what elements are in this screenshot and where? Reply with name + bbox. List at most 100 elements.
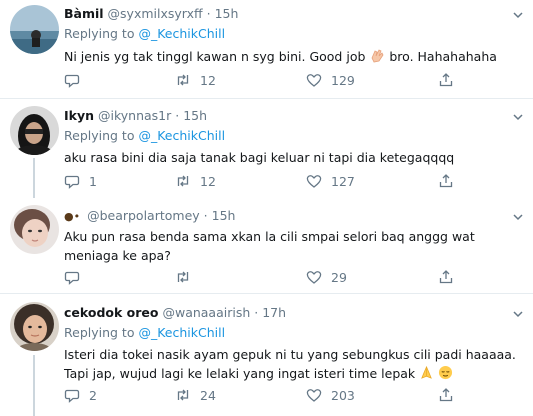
chevron-down-icon[interactable] — [513, 309, 523, 319]
timestamp[interactable]: 17h — [262, 305, 286, 320]
retweet-icon — [177, 389, 189, 401]
tweet-header: cekodok oreo @wanaaairish · 17h — [64, 303, 523, 323]
share-button[interactable] — [438, 385, 463, 405]
replying-to-label: Replying to — [64, 325, 139, 340]
timestamp[interactable]: 15h — [212, 208, 236, 223]
tweet-actions: 12 129 — [64, 70, 484, 90]
thread-line — [33, 158, 35, 198]
display-name[interactable]: Ikyn — [64, 108, 94, 123]
tweet-text: Isteri dia tokei nasik ayam gepuk ni tu … — [64, 345, 519, 383]
share-icon — [439, 388, 453, 402]
like-button[interactable]: 129 — [306, 70, 355, 90]
user-handle[interactable]: @bearpolartomey — [87, 208, 200, 223]
retweet-button[interactable]: 12 — [175, 70, 216, 90]
avatar[interactable] — [10, 5, 59, 54]
replying-to-link[interactable]: @_KechikChill — [138, 128, 225, 143]
reply-button[interactable]: 1 — [64, 171, 97, 191]
display-name[interactable]: Bàmil — [64, 6, 104, 21]
tweet-actions: 2 24 203 — [64, 385, 484, 405]
chevron-down-icon[interactable] — [513, 112, 523, 122]
reply-button[interactable]: 2 — [64, 385, 97, 405]
replying-to: Replying to @_KechikChill — [64, 323, 523, 342]
heart-icon — [306, 175, 322, 188]
retweet-count: 12 — [200, 72, 216, 88]
like-button[interactable]: 127 — [306, 171, 355, 191]
timestamp[interactable]: 15h — [215, 6, 239, 21]
reply-count: 2 — [89, 387, 97, 403]
retweet-icon — [177, 271, 189, 283]
chevron-down-icon[interactable] — [513, 10, 523, 20]
share-icon — [439, 270, 453, 284]
reply-count: 1 — [89, 173, 97, 189]
reply-button[interactable] — [64, 267, 89, 287]
share-button[interactable] — [438, 267, 463, 287]
avatar-image — [10, 106, 59, 155]
like-count: 127 — [331, 173, 355, 189]
replying-to-label: Replying to — [64, 128, 139, 143]
clapping-hands-emoji-icon — [371, 49, 384, 63]
retweet-count: 12 — [200, 173, 216, 189]
replying-to-link[interactable]: @_KechikChill — [138, 325, 225, 340]
tweet-header: ●• @bearpolartomey · 15h — [64, 206, 523, 226]
retweet-button[interactable] — [175, 267, 200, 287]
separator-dot: · — [254, 305, 259, 320]
retweet-button[interactable]: 12 — [175, 171, 216, 191]
reply-icon — [64, 271, 80, 285]
replying-to: Replying to @_KechikChill — [64, 126, 523, 145]
reply-icon — [64, 175, 80, 189]
separator-dot: · — [203, 208, 208, 223]
avatar[interactable] — [10, 205, 59, 254]
tweet[interactable]: Ikyn @ikynnas1r · 15h Replying to @_Kech… — [0, 100, 533, 198]
chevron-down-icon[interactable] — [513, 212, 523, 222]
user-handle[interactable]: @syxmilxsyrxff — [108, 6, 203, 21]
display-name[interactable]: cekodok oreo — [64, 305, 158, 320]
share-button[interactable] — [438, 171, 463, 191]
tweet-text: aku rasa bini dia saja tanak bagi keluar… — [64, 150, 455, 165]
like-button[interactable]: 203 — [306, 385, 355, 405]
avatar-image — [10, 205, 59, 254]
tweet-header: Ikyn @ikynnas1r · 15h — [64, 106, 523, 126]
tweet-text: Ni jenis yg tak tinggl kawan n syg bini.… — [64, 47, 523, 66]
reply-button[interactable] — [64, 70, 89, 90]
share-icon — [439, 73, 453, 87]
tweet-actions: 29 — [64, 267, 484, 287]
like-button[interactable]: 29 — [306, 267, 347, 287]
replying-to: Replying to @_KechikChill — [64, 24, 523, 43]
folded-hands-emoji-icon — [421, 365, 433, 379]
retweet-count: 24 — [200, 387, 216, 403]
like-count: 29 — [331, 269, 347, 285]
heart-icon — [306, 74, 322, 87]
tweet-text-part: Ni jenis yg tak tinggl kawan n syg bini.… — [64, 49, 370, 64]
heart-icon — [306, 389, 322, 402]
separator-dot: · — [206, 6, 211, 21]
replying-to-link[interactable]: @_KechikChill — [138, 26, 225, 41]
relieved-face-emoji-icon — [439, 365, 453, 380]
share-button[interactable] — [438, 70, 463, 90]
share-icon — [439, 174, 453, 188]
retweet-icon — [177, 74, 189, 86]
replying-to-label: Replying to — [64, 26, 139, 41]
reply-icon — [64, 389, 80, 403]
avatar-image — [10, 302, 59, 351]
tweet-header: Bàmil @syxmilxsyrxff · 15h — [64, 4, 523, 24]
like-count: 203 — [331, 387, 355, 403]
paw-print-icon: ●• — [64, 210, 81, 223]
tweet-actions: 1 12 127 — [64, 171, 484, 191]
reply-icon — [64, 74, 80, 88]
tweet[interactable]: Bàmil @syxmilxsyrxff · 15h Replying to @… — [0, 0, 533, 99]
retweet-icon — [177, 175, 189, 187]
timestamp[interactable]: 15h — [183, 108, 207, 123]
tweet-text-part: bro. Hahahahaha — [385, 49, 497, 64]
tweet[interactable]: cekodok oreo @wanaaairish · 17h Replying… — [0, 295, 533, 416]
user-handle[interactable]: @ikynnas1r — [98, 108, 171, 123]
avatar[interactable] — [10, 302, 59, 351]
thread-line — [33, 355, 35, 416]
tweet[interactable]: ●• @bearpolartomey · 15h Aku pun rasa be… — [0, 198, 533, 294]
tweet-text: Aku pun rasa benda sama xkan la cili smp… — [64, 229, 475, 263]
separator-dot: · — [175, 108, 180, 123]
user-handle[interactable]: @wanaaairish — [162, 305, 250, 320]
avatar[interactable] — [10, 106, 59, 155]
heart-icon — [306, 271, 322, 284]
retweet-button[interactable]: 24 — [175, 385, 216, 405]
avatar-image — [10, 5, 59, 54]
